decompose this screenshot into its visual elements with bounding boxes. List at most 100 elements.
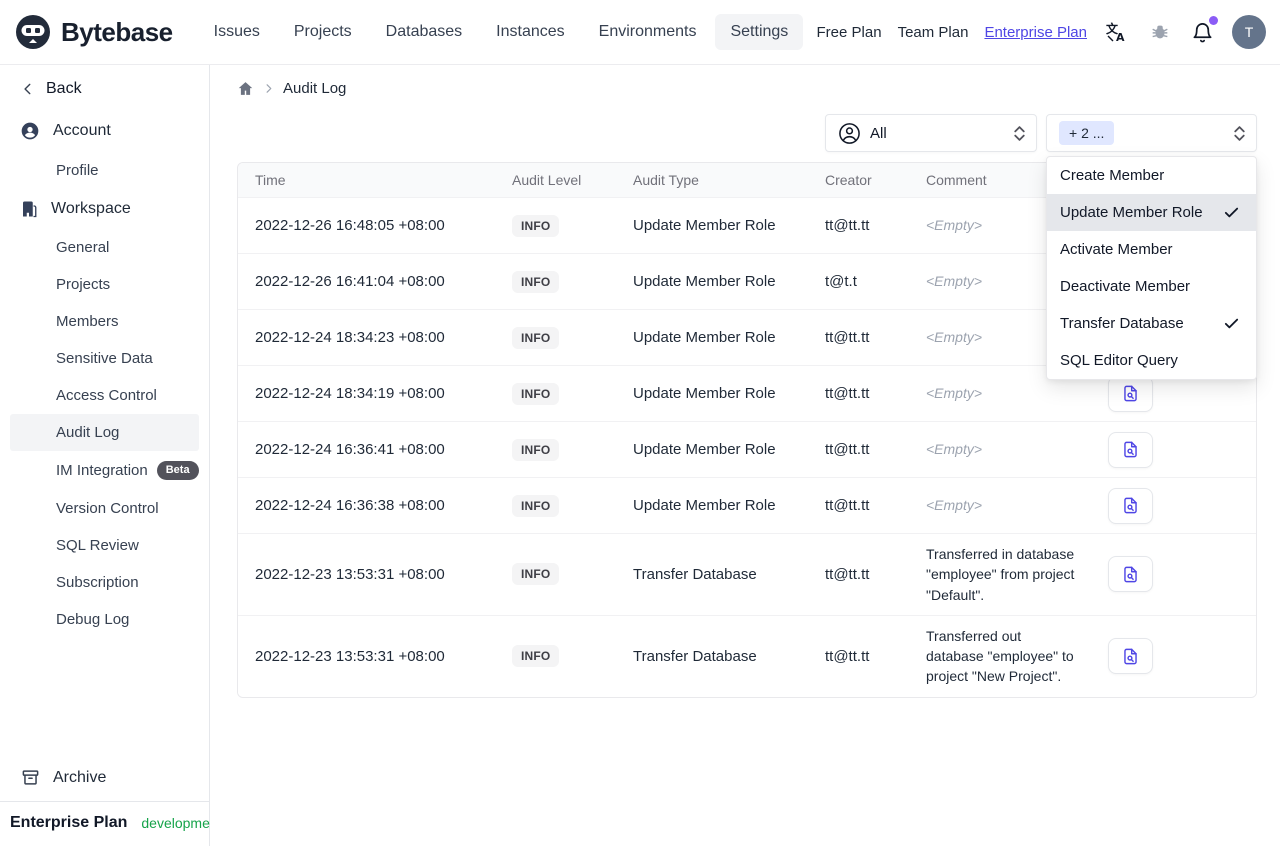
account-title: Account [53, 122, 111, 139]
audit-type-dropdown-menu: Create Member Update Member Role Activat… [1046, 156, 1257, 380]
audit-creator: tt@tt.tt [825, 565, 870, 583]
menu-item[interactable]: Transfer Database [1047, 305, 1256, 342]
menu-item[interactable]: Create Member [1047, 157, 1256, 194]
nav-item[interactable]: Projects [279, 14, 367, 50]
workspace-icon [23, 201, 37, 218]
audit-time: 2022-12-26 16:41:04 +08:00 [255, 273, 445, 290]
audit-level-badge: INFO [512, 563, 560, 586]
type-filter-select[interactable]: + 2 ... [1046, 114, 1257, 152]
plan-link[interactable]: Free Plan [817, 24, 882, 41]
audit-level-badge: INFO [512, 438, 560, 461]
audit-creator: tt@tt.tt [825, 497, 870, 514]
audit-creator: tt@tt.tt [825, 385, 870, 402]
audit-level-badge: INFO [512, 270, 560, 293]
menu-item[interactable]: SQL Editor Query [1047, 342, 1256, 379]
back-label: Back [46, 80, 82, 97]
sidebar-item[interactable]: SQL Review [0, 527, 209, 564]
plan-link[interactable]: Team Plan [898, 24, 969, 41]
audit-comment: <Empty> [926, 497, 983, 514]
sidebar-section-workspace: Workspace [0, 189, 209, 229]
header-creator: Creator [825, 172, 872, 188]
sidebar-item[interactable]: Access Control [0, 377, 209, 414]
table-row: 2022-12-23 13:53:31 +08:00 INFO Transfer… [238, 614, 1256, 697]
document-search-icon [1124, 441, 1137, 458]
page-title: Audit Log [283, 80, 347, 97]
nav-item[interactable]: Issues [199, 14, 275, 50]
audit-creator: tt@tt.tt [825, 329, 870, 346]
audit-level-badge: INFO [512, 494, 560, 517]
audit-level-badge: INFO [512, 645, 560, 668]
menu-item[interactable]: Activate Member [1047, 231, 1256, 268]
beta-badge: Beta [156, 461, 199, 481]
sidebar-item[interactable]: Sensitive Data [0, 340, 209, 377]
view-detail-button[interactable] [1108, 431, 1153, 468]
user-circle-icon [839, 122, 860, 144]
sidebar-item[interactable]: Audit Log [10, 414, 199, 451]
view-detail-button[interactable] [1108, 487, 1153, 524]
nav-item[interactable]: Databases [371, 14, 478, 50]
bytebase-logo-icon [16, 15, 50, 49]
creator-filter-select[interactable]: All [825, 114, 1037, 152]
sidebar-item[interactable]: Version Control [0, 490, 209, 527]
top-navbar: Bytebase Issues Projects Databases Insta… [0, 0, 1280, 65]
audit-time: 2022-12-24 18:34:19 +08:00 [255, 385, 445, 402]
svg-text:A: A [1116, 31, 1125, 43]
filter-row: All + 2 ... [210, 99, 1280, 152]
back-button[interactable]: Back [0, 65, 209, 110]
back-chevron-icon [24, 83, 31, 95]
home-icon[interactable] [237, 80, 254, 97]
document-search-icon [1124, 497, 1137, 514]
header-time: Time [255, 172, 286, 188]
chevron-right-icon [266, 84, 272, 93]
sidebar-item[interactable]: Profile [0, 152, 209, 189]
menu-item[interactable]: Update Member Role [1047, 194, 1256, 231]
header-audit-type: Audit Type [633, 172, 699, 188]
sidebar-item[interactable]: Members [0, 303, 209, 340]
creator-filter-value: All [870, 124, 887, 142]
nav-right: Free Plan Team Plan Enterprise Plan 文 A [817, 15, 1266, 49]
audit-type: Transfer Database [633, 647, 757, 665]
view-detail-button[interactable] [1108, 556, 1153, 593]
audit-type: Update Member Role [633, 329, 776, 346]
audit-type: Update Member Role [633, 217, 776, 234]
sidebar-item[interactable]: Projects [0, 266, 209, 303]
view-detail-button[interactable] [1108, 375, 1153, 412]
user-avatar[interactable]: T [1232, 15, 1266, 49]
translate-icon[interactable]: 文 A [1103, 19, 1131, 45]
brand-name: Bytebase [61, 16, 173, 47]
audit-type: Update Member Role [633, 273, 776, 290]
archive-icon [22, 770, 39, 785]
main-nav: Issues Projects Databases Instances Envi… [199, 14, 804, 50]
audit-comment: Transferred out database "employee" to p… [926, 627, 1074, 685]
plan-link[interactable]: Enterprise Plan [984, 24, 1087, 41]
sidebar-section-account: Account [0, 110, 209, 152]
breadcrumb: Audit Log [210, 65, 1280, 99]
notification-bell-icon[interactable] [1189, 15, 1218, 46]
menu-item[interactable]: Deactivate Member [1047, 268, 1256, 305]
footer-plan-label: Enterprise Plan [10, 814, 128, 831]
bytebase-logo[interactable]: Bytebase [14, 13, 173, 51]
settings-sidebar: Back Account Profile Workspace General P… [0, 65, 222, 846]
audit-type: Update Member Role [633, 441, 776, 458]
audit-time: 2022-12-26 16:48:05 +08:00 [255, 217, 445, 234]
audit-level-badge: INFO [512, 382, 560, 405]
sidebar-item[interactable]: General [0, 229, 209, 266]
plan-footer: Enterprise Plan development [0, 801, 222, 846]
audit-time: 2022-12-24 16:36:38 +08:00 [255, 497, 445, 514]
sidebar-item[interactable]: IM Integration Beta [0, 451, 209, 490]
table-row: 2022-12-24 16:36:38 +08:00 INFO Update M… [238, 477, 1256, 533]
sidebar-item[interactable]: Subscription [0, 564, 209, 601]
view-detail-button[interactable] [1108, 638, 1153, 675]
sidebar-bottom: Archive Enterprise Plan development [0, 756, 222, 846]
audit-type: Update Member Role [633, 385, 776, 402]
updown-chevrons-icon [1013, 125, 1026, 142]
nav-item[interactable]: Instances [481, 14, 579, 50]
nav-item[interactable]: Environments [584, 14, 712, 50]
audit-time: 2022-12-24 16:36:41 +08:00 [255, 441, 445, 458]
notification-dot [1209, 15, 1218, 25]
archive-label: Archive [53, 768, 107, 786]
archive-button[interactable]: Archive [0, 756, 209, 801]
sidebar-item[interactable]: Debug Log [0, 601, 209, 638]
nav-item[interactable]: Settings [715, 14, 804, 50]
bug-icon[interactable] [1147, 19, 1173, 45]
